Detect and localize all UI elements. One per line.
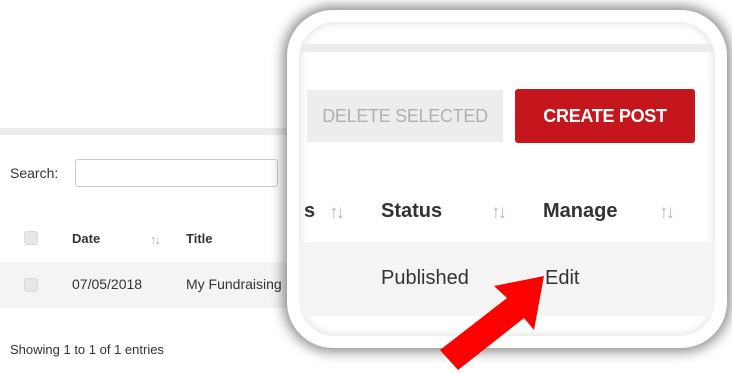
entries-info: Showing 1 to 1 of 1 entries [10, 342, 164, 357]
sort-icon[interactable]: ↑↓ [659, 202, 675, 224]
zoom-toolbar-divider [299, 44, 715, 52]
sort-icon[interactable]: ↑↓ [150, 232, 161, 247]
column-header-manage[interactable]: Manage [543, 200, 617, 223]
column-header-partial: s [304, 200, 316, 222]
select-all-checkbox[interactable] [24, 231, 38, 245]
search-input[interactable] [75, 159, 278, 187]
column-header-title[interactable]: Title [186, 231, 213, 246]
row-date: 07/05/2018 [72, 276, 143, 292]
sort-icon[interactable]: ↑↓ [491, 202, 507, 224]
create-post-button[interactable]: CREATE POST [515, 89, 695, 143]
column-header-status[interactable]: Status [381, 200, 442, 223]
row-title[interactable]: My Fundraising [186, 276, 296, 292]
row-checkbox[interactable] [24, 278, 38, 292]
arrow-shape [440, 276, 544, 370]
red-arrow-icon [440, 276, 544, 370]
search-label: Search: [10, 165, 59, 181]
column-header-date[interactable]: Date [72, 231, 100, 246]
delete-selected-button[interactable]: DELETE SELECTED [307, 90, 503, 142]
toolbar-divider [0, 128, 300, 135]
sort-icon[interactable]: ↑↓ [329, 202, 345, 224]
